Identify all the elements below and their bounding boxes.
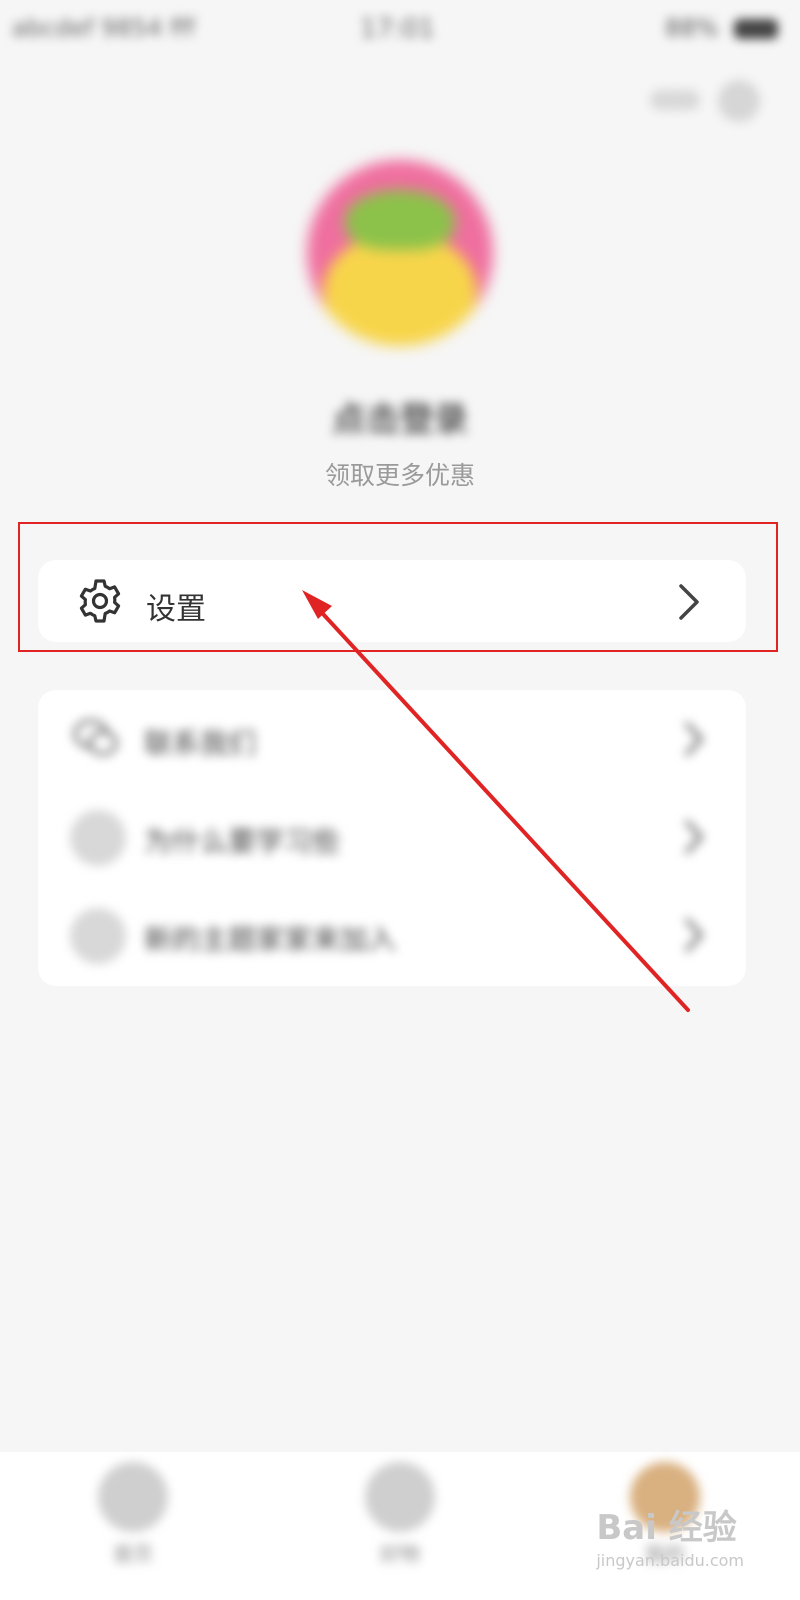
tab-goods[interactable]: 好物 [325,1462,475,1592]
status-bar: abcdef 9854 fff 17:01 88% [0,0,800,56]
watermark-logo: Bai 经验 [596,1508,737,1548]
menu-list-card: 联系我们 为什么要学习些 新的主题家家来加入 [38,690,746,986]
goods-icon [365,1462,435,1532]
wechat-icon [73,719,118,756]
more-icon[interactable] [650,90,700,110]
battery-percent: 88% [665,14,719,42]
tab-home[interactable]: 首页 [58,1462,208,1592]
tab-label: 首页 [113,1542,153,1566]
list-item[interactable]: 联系我们 [38,690,746,788]
list-item-label: 为什么要学习些 [144,825,341,858]
status-battery: 88% [665,14,778,42]
user-circle-icon [70,810,126,866]
user-circle-icon [70,908,126,964]
list-item[interactable]: 为什么要学习些 [38,788,746,886]
chevron-right-icon [685,820,703,854]
avatar-leaf [345,190,455,250]
close-icon[interactable] [718,80,760,122]
chevron-right-icon [685,918,703,952]
status-time: 17:01 [360,14,435,44]
miniapp-capsule[interactable] [650,78,760,126]
list-item[interactable]: 新的主题家家来加入 [38,886,746,984]
chevron-right-icon [685,722,703,756]
list-item-label: 新的主题家家来加入 [144,923,397,956]
watermark: Bai 经验 jingyan.baidu.com [596,1500,744,1570]
tab-label: 好物 [380,1542,420,1566]
battery-icon [734,19,778,39]
avatar[interactable] [307,160,493,346]
list-item-label: 联系我们 [144,727,257,760]
home-icon [98,1462,168,1532]
watermark-url: jingyan.baidu.com [596,1551,744,1570]
status-carrier: abcdef 9854 fff [12,14,195,42]
login-subtitle: 领取更多优惠 [324,461,475,490]
login-title[interactable]: 点击登录 [0,392,800,441]
annotation-highlight-box [18,522,778,652]
